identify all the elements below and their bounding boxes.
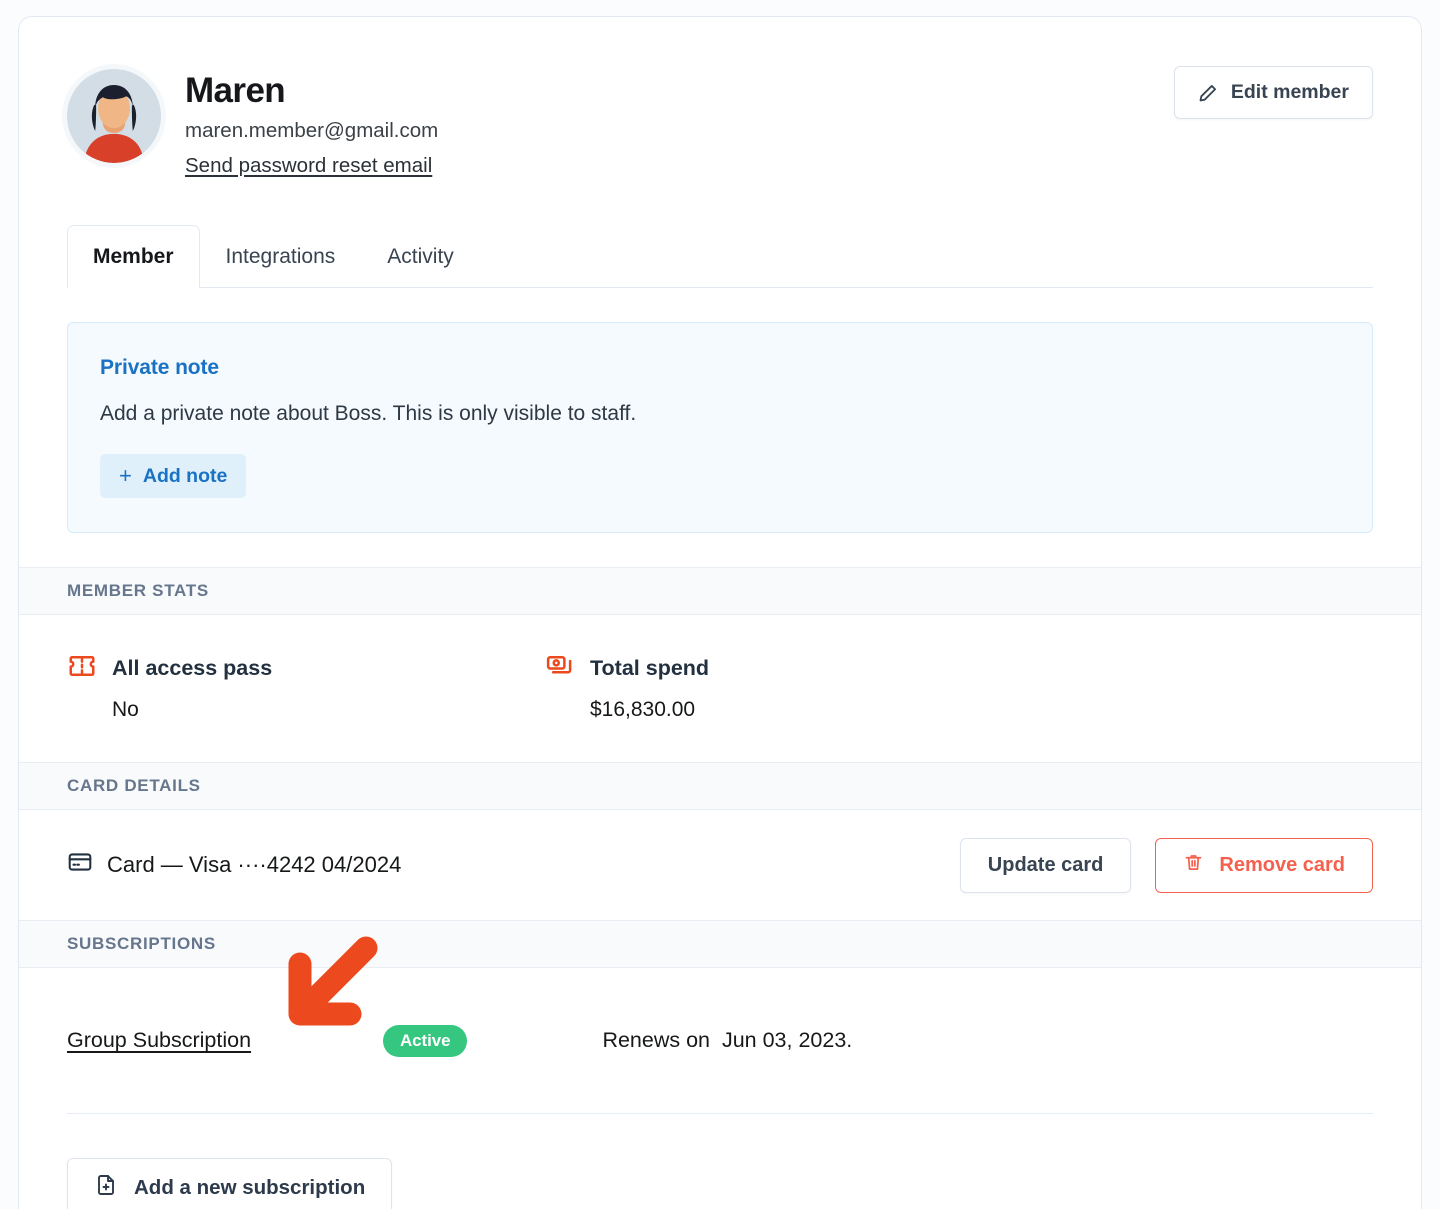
private-note-text: Add a private note about Boss. This is o… <box>100 402 637 426</box>
member-avatar <box>67 69 161 163</box>
add-note-label: Add note <box>142 464 228 487</box>
member-email: maren.member@gmail.com <box>185 118 439 142</box>
card-details-row: Card — Visa ····4242 04/2024 Update card… <box>19 810 1421 920</box>
member-stats-section-header: MEMBER STATS <box>19 567 1421 616</box>
update-card-button[interactable]: Update card <box>959 838 1132 894</box>
card-summary: Card — Visa ····4242 04/2024 <box>67 849 401 881</box>
subscriptions-section-header: SUBSCRIPTIONS <box>19 920 1421 969</box>
member-stats-row: All access pass No Total spend $16,830.0… <box>19 615 1421 762</box>
send-password-reset-email-link[interactable]: Send password reset email <box>185 154 432 178</box>
stat-total-spend: Total spend $16,830.00 <box>545 651 1023 722</box>
stat-all-access-pass-value: No <box>112 698 139 722</box>
card-details-section-header: CARD DETAILS <box>19 762 1421 811</box>
tab-activity[interactable]: Activity <box>361 225 480 287</box>
card-text: Card — Visa ····4242 04/2024 <box>107 851 402 877</box>
file-plus-icon <box>94 1173 118 1203</box>
tab-member[interactable]: Member <box>67 225 200 289</box>
member-tabs: Member Integrations Activity <box>67 225 1373 289</box>
credit-card-icon <box>67 849 93 881</box>
edit-member-button[interactable]: Edit member <box>1173 66 1373 119</box>
subscriptions-body: Group Subscription Active Renews on Jun … <box>19 968 1421 1209</box>
add-note-button[interactable]: + Add note <box>100 454 247 499</box>
status-badge: Active <box>383 1024 468 1057</box>
card-actions: Update card Remove card <box>959 838 1373 894</box>
member-card: Maren maren.member@gmail.com Send passwo… <box>18 16 1422 1209</box>
trash-icon <box>1183 852 1204 879</box>
private-note-box: Private note Add a private note about Bo… <box>67 322 1373 534</box>
subscriptions-divider <box>67 1113 1373 1115</box>
edit-member-label: Edit member <box>1230 81 1349 103</box>
private-note-title: Private note <box>100 356 220 380</box>
stat-total-spend-label: Total spend <box>590 656 710 681</box>
remove-card-label: Remove card <box>1219 854 1345 877</box>
member-identity: Maren maren.member@gmail.com Send passwo… <box>185 67 438 178</box>
plus-icon: + <box>119 463 132 489</box>
add-new-subscription-button[interactable]: Add a new subscription <box>67 1158 393 1209</box>
add-new-subscription-label: Add a new subscription <box>134 1176 366 1200</box>
page-title: Maren <box>185 71 286 110</box>
member-header: Maren maren.member@gmail.com Send passwo… <box>19 17 1421 178</box>
subscription-row: Group Subscription Active Renews on Jun … <box>67 968 1373 1113</box>
subscription-renewal-text: Renews on Jun 03, 2023. <box>602 1028 853 1053</box>
stat-total-spend-value: $16,830.00 <box>590 698 696 722</box>
subscription-name-link[interactable]: Group Subscription <box>67 1028 383 1053</box>
stat-all-access-pass-label: All access pass <box>112 656 273 681</box>
pencil-icon <box>1198 83 1218 103</box>
tab-integrations[interactable]: Integrations <box>200 225 362 287</box>
ticket-icon <box>67 651 97 686</box>
cash-stack-icon <box>545 651 575 686</box>
member-detail-page: Maren maren.member@gmail.com Send passwo… <box>0 0 1440 1209</box>
remove-card-button[interactable]: Remove card <box>1155 838 1373 894</box>
stat-all-access-pass: All access pass No <box>67 651 545 722</box>
